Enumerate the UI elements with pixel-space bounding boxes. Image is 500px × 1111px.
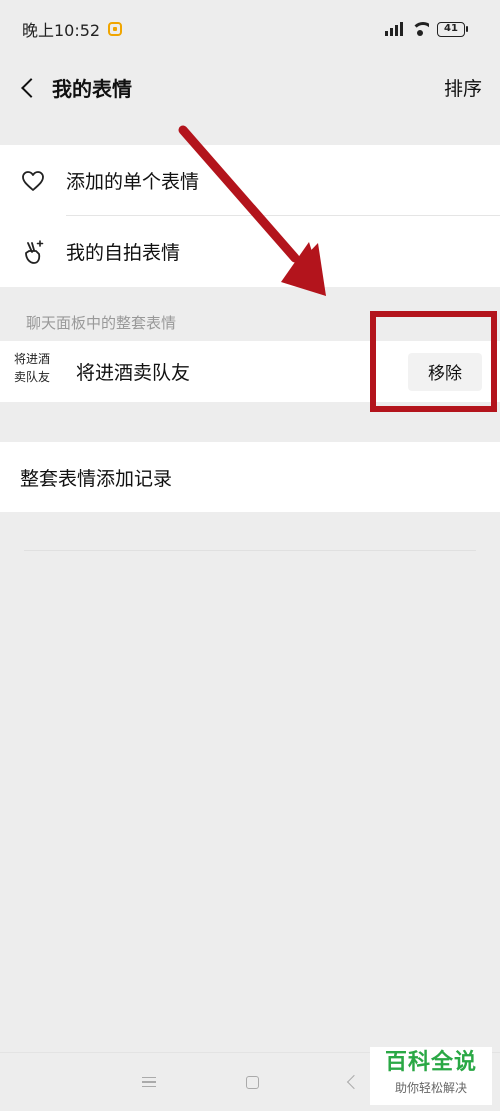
watermark: 百科全说 助你轻松解决 <box>370 1047 492 1105</box>
home-icon[interactable] <box>245 1075 259 1089</box>
menu-icon[interactable] <box>141 1077 156 1087</box>
record-card: 整套表情添加记录 <box>0 442 500 512</box>
nav-back-icon[interactable] <box>346 1074 361 1090</box>
watermark-title: 百科全说 <box>384 1050 477 1075</box>
add-record-label: 整套表情添加记录 <box>20 467 173 490</box>
add-record-item[interactable]: 整套表情添加记录 <box>0 442 500 512</box>
divider-line <box>24 550 476 551</box>
watermark-subtitle: 助你轻松解决 <box>394 1081 467 1095</box>
annotation-box <box>370 311 497 412</box>
